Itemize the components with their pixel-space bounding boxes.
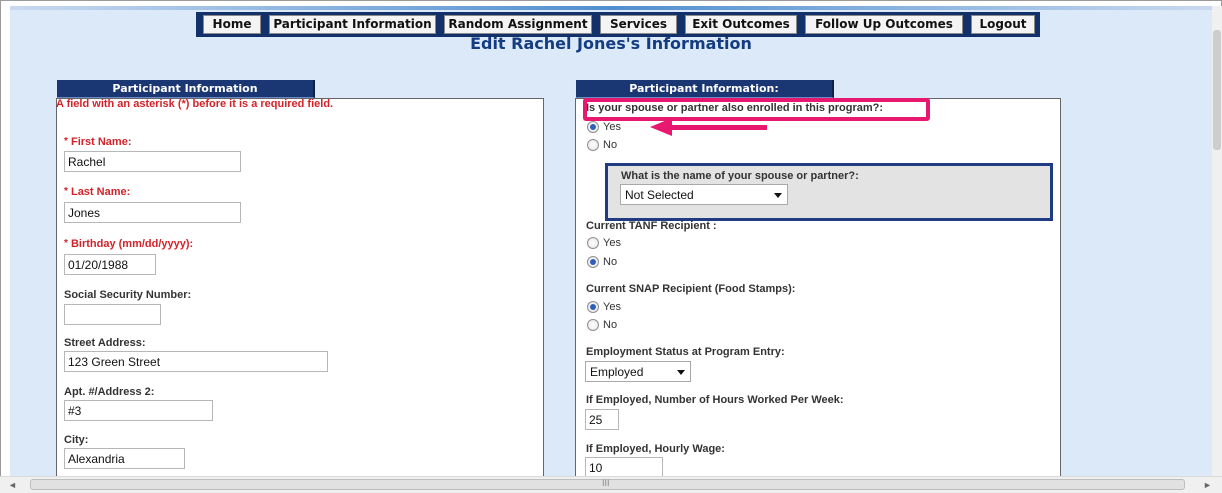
last-name-label-text: Last Name:: [70, 186, 131, 198]
tanf-label: Current TANF Recipient :: [586, 220, 717, 232]
nav-follow-up-outcomes[interactable]: Follow Up Outcomes: [805, 15, 963, 34]
nav-participant-information[interactable]: Participant Information: [269, 15, 436, 34]
snap-label: Current SNAP Recipient (Food Stamps):: [586, 283, 796, 295]
nav-home[interactable]: Home: [203, 15, 261, 34]
spouse-no-option[interactable]: No: [587, 139, 617, 151]
first-name-label: * First Name:: [64, 136, 132, 148]
ssn-input[interactable]: [64, 304, 161, 325]
spouse-no-radio[interactable]: [587, 139, 599, 151]
birthday-label: * Birthday (mm/dd/yyyy):: [64, 238, 193, 250]
top-banner: [10, 6, 1212, 10]
scroll-right-arrow-icon[interactable]: ►: [1203, 480, 1212, 490]
wage-input[interactable]: 10: [585, 457, 663, 476]
tanf-yes-option[interactable]: Yes: [587, 237, 621, 249]
required-note: A field with an asterisk (*) before it i…: [56, 98, 334, 110]
tanf-no-option[interactable]: No: [587, 256, 617, 268]
right-panel-tab: Participant Information:: [576, 80, 834, 98]
spouse-no-label: No: [603, 139, 618, 151]
snap-yes-radio[interactable]: [587, 301, 599, 313]
arrow-annotation-shaft: [670, 125, 767, 130]
tanf-yes-radio[interactable]: [587, 237, 599, 249]
birthday-label-text: Birthday (mm/dd/yyyy):: [70, 238, 194, 250]
tanf-yes-label: Yes: [603, 237, 621, 249]
street-label: Street Address:: [64, 337, 146, 349]
city-input[interactable]: Alexandria: [64, 448, 185, 469]
city-label: City:: [64, 434, 89, 446]
nav-exit-outcomes[interactable]: Exit Outcomes: [685, 15, 797, 34]
employment-value: Employed: [590, 365, 644, 379]
ssn-label: Social Security Number:: [64, 289, 192, 301]
chevron-down-icon: [774, 193, 782, 198]
chevron-down-icon: [677, 370, 685, 375]
first-name-label-text: First Name:: [70, 136, 132, 148]
wage-label: If Employed, Hourly Wage:: [586, 443, 725, 455]
page-viewport: Home Participant Information Random Assi…: [10, 6, 1212, 476]
tanf-no-radio[interactable]: [587, 256, 599, 268]
street-input[interactable]: 123 Green Street: [64, 351, 328, 372]
nav-logout[interactable]: Logout: [971, 15, 1035, 34]
employment-label: Employment Status at Program Entry:: [586, 346, 785, 358]
birthday-input[interactable]: 01/20/1988: [64, 254, 156, 275]
left-panel-tab: Participant Information: [57, 80, 315, 98]
scroll-left-arrow-icon[interactable]: ◄: [8, 480, 17, 490]
snap-yes-option[interactable]: Yes: [587, 301, 621, 313]
required-asterisk: *: [64, 136, 68, 147]
highlight-annotation: [583, 98, 930, 121]
arrow-annotation-icon: [650, 118, 672, 136]
spouse-yes-radio[interactable]: [587, 121, 599, 133]
employment-select[interactable]: Employed: [585, 361, 691, 382]
snap-no-radio[interactable]: [587, 319, 599, 331]
first-name-input[interactable]: Rachel: [64, 151, 241, 172]
snap-yes-label: Yes: [603, 301, 621, 313]
spouse-name-value: Not Selected: [625, 188, 694, 202]
spouse-name-select[interactable]: Not Selected: [620, 184, 788, 205]
vertical-scroll-thumb[interactable]: [1213, 30, 1221, 150]
spouse-yes-label: Yes: [603, 121, 621, 133]
snap-no-option[interactable]: No: [587, 319, 617, 331]
scroll-grip-icon: III: [602, 478, 610, 488]
last-name-input[interactable]: Jones: [64, 202, 241, 223]
spouse-name-label: What is the name of your spouse or partn…: [621, 170, 859, 182]
spouse-yes-option[interactable]: Yes: [587, 121, 621, 133]
apt-label: Apt. #/Address 2:: [64, 386, 155, 398]
required-asterisk: *: [64, 186, 68, 197]
tanf-no-label: No: [603, 256, 618, 268]
last-name-label: * Last Name:: [64, 186, 130, 198]
hours-label: If Employed, Number of Hours Worked Per …: [586, 394, 844, 406]
nav-services[interactable]: Services: [600, 15, 677, 34]
snap-no-label: No: [603, 319, 618, 331]
apt-input[interactable]: #3: [64, 400, 213, 421]
hours-input[interactable]: 25: [585, 409, 619, 430]
page-title: Edit Rachel Jones's Information: [470, 34, 752, 53]
nav-random-assignment[interactable]: Random Assignment: [444, 15, 592, 34]
required-asterisk: *: [64, 238, 68, 249]
